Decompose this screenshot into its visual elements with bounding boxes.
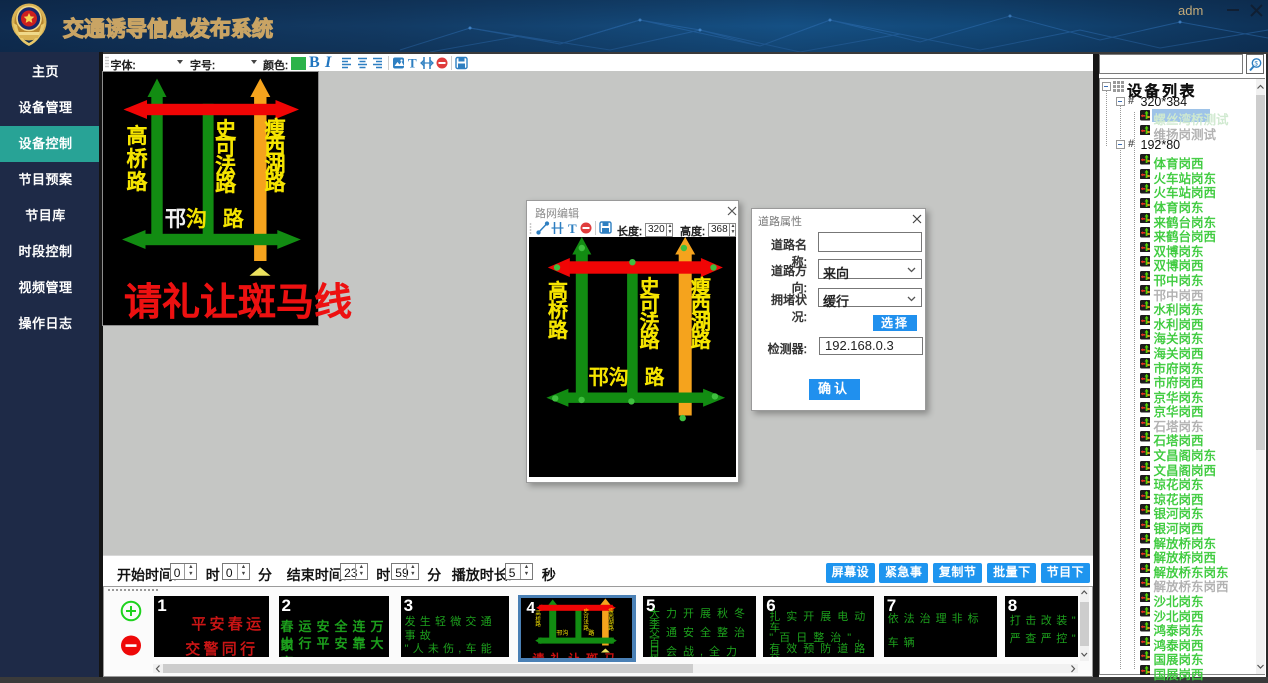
- svg-text:T: T: [408, 56, 417, 70]
- svg-text:T: T: [568, 221, 577, 236]
